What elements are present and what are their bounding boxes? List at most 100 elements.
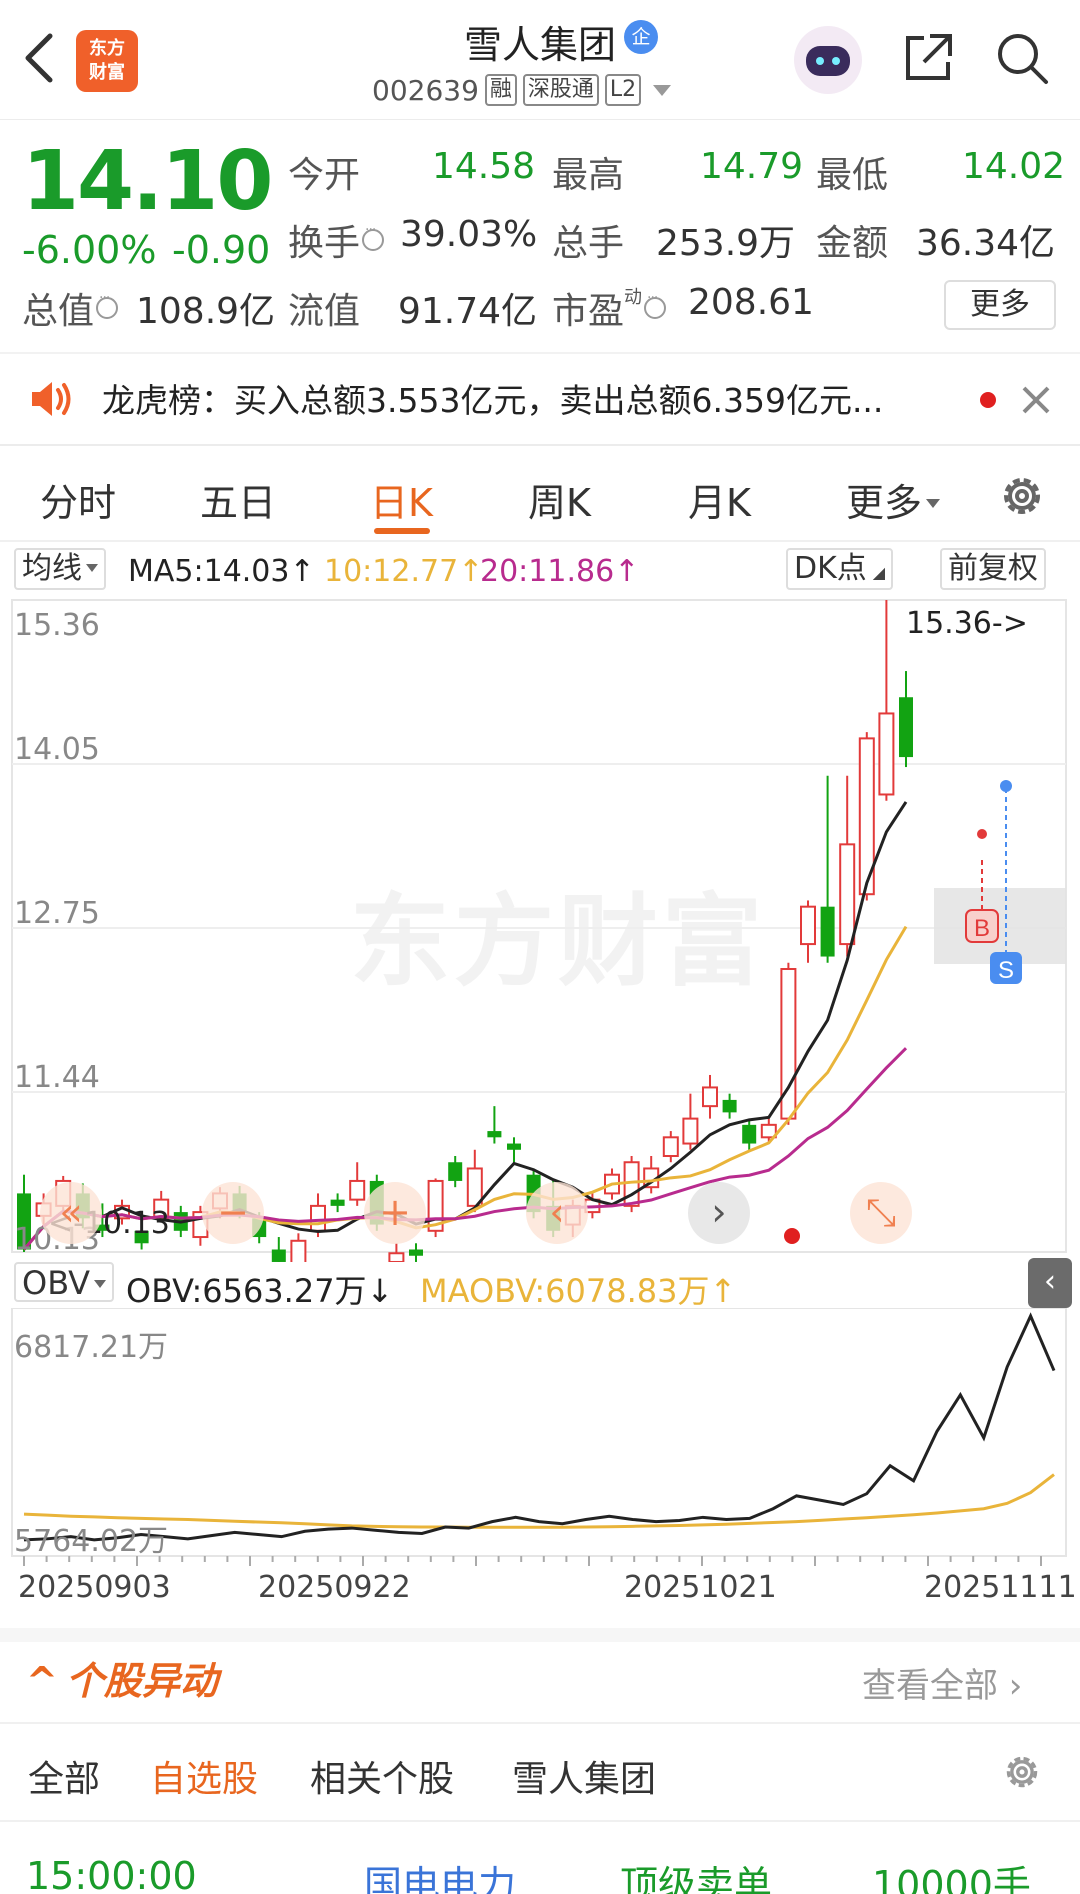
candle-body[interactable] — [742, 1124, 757, 1144]
caret-down-icon — [86, 564, 98, 572]
tab-daily-k[interactable]: 日K — [370, 472, 433, 527]
candle-body[interactable] — [507, 1143, 521, 1150]
fullscreen-button[interactable]: ⤡ — [850, 1182, 912, 1244]
ma5-value: MA5:14.03↑ — [128, 554, 315, 589]
candle-body[interactable] — [662, 1136, 679, 1158]
obv-indicator-row: OBV OBV:6563.27万↓ MAOBV:6078.83万↑ — [14, 1262, 1074, 1310]
info-icon[interactable] — [362, 222, 385, 251]
x-tick-label: 20251021 — [624, 1570, 777, 1605]
speaker-icon — [32, 382, 71, 416]
sell-marker-label: S — [998, 957, 1014, 984]
zoom-out-button[interactable]: − — [202, 1182, 264, 1244]
candle-body[interactable] — [878, 712, 895, 796]
x-tick-label: 20250922 — [258, 1570, 411, 1605]
collapse-panel-button[interactable]: ‹ — [1028, 1258, 1072, 1308]
open-value: 14.58 — [432, 146, 536, 187]
candle-body[interactable] — [448, 1162, 463, 1181]
maobv-value: MAOBV:6078.83万↑ — [420, 1272, 737, 1310]
notice-text: 龙虎榜：买入总额3.553亿元，卖出总额6.359亿元... — [102, 381, 884, 420]
candle-body[interactable] — [702, 1086, 718, 1108]
divider — [0, 1722, 1080, 1724]
pe-label[interactable]: 市盈动 — [552, 282, 668, 334]
market-cap-label[interactable]: 总值 — [22, 282, 120, 334]
high-value: 14.79 — [700, 146, 804, 187]
ai-assistant-icon[interactable] — [794, 26, 862, 94]
candle-body[interactable] — [820, 906, 835, 957]
change-amount: -0.90 — [172, 228, 271, 272]
y-tick: 12.75 — [14, 896, 100, 931]
movement-section-title[interactable]: ^ 个股异动 — [26, 1650, 218, 1705]
adjust-selector[interactable]: 前复权 — [940, 548, 1046, 590]
filter-tab-this-stock[interactable]: 雪人集团 — [512, 1750, 656, 1802]
movement-volume: 10000手 — [872, 1863, 1031, 1894]
more-button[interactable]: 更多 — [944, 280, 1056, 330]
candle-body[interactable] — [388, 1252, 405, 1262]
gear-icon[interactable] — [996, 470, 1048, 522]
tab-more[interactable]: 更多 — [846, 472, 941, 527]
candle-body[interactable] — [271, 1249, 286, 1262]
scroll-left-button[interactable]: ‹ — [526, 1182, 588, 1244]
view-all-link[interactable]: 查看全部 › — [862, 1658, 1022, 1707]
search-icon[interactable] — [994, 30, 1050, 86]
current-price: 14.10 — [22, 134, 273, 229]
candle-body[interactable] — [349, 1179, 366, 1201]
pe-value: 208.61 — [688, 282, 814, 323]
y-tick-max: 15.36 — [14, 608, 100, 643]
turnover-value: 39.03% — [400, 214, 538, 255]
market-cap-value: 108.9亿 — [136, 291, 276, 332]
low-label: 最低 — [816, 155, 889, 196]
candlestick-chart[interactable]: B S — [0, 592, 1080, 1262]
volume-label: 总手 — [552, 223, 625, 264]
caret-down-icon — [926, 499, 941, 508]
movement-time: 15:00:00 — [26, 1854, 197, 1894]
tab-monthly-k[interactable]: 月K — [688, 472, 751, 527]
chart-period-tabs: 分时 五日 日K 周K 月K 更多 — [0, 446, 1080, 540]
top-bar: 东方 财富 雪人集团 企 002639 融 深股通 L2 — [0, 0, 1080, 120]
turnover-label[interactable]: 换手 — [288, 214, 386, 266]
zoom-in-button[interactable]: + — [364, 1182, 426, 1244]
candle-body[interactable] — [487, 1131, 502, 1138]
obv-selector[interactable]: OBV — [14, 1262, 115, 1302]
gear-icon[interactable] — [1000, 1750, 1044, 1794]
filter-tab-watchlist[interactable]: 自选股 — [150, 1750, 258, 1802]
candle-body[interactable] — [800, 905, 816, 946]
event-dot[interactable] — [784, 1228, 800, 1244]
scroll-right-button[interactable]: › — [688, 1182, 750, 1244]
tab-weekly-k[interactable]: 周K — [528, 472, 591, 527]
candle-body[interactable] — [310, 1204, 326, 1232]
share-icon[interactable] — [900, 30, 956, 86]
candle-body[interactable] — [290, 1239, 307, 1262]
level2-tag: L2 — [604, 74, 642, 106]
candle-body[interactable] — [722, 1099, 737, 1113]
chevron-up-icon[interactable]: ^ — [26, 1659, 58, 1703]
ma-selector[interactable]: 均线 — [14, 548, 106, 590]
scroll-left-fast-button[interactable]: « — [40, 1182, 102, 1244]
obv-line — [23, 1312, 1056, 1542]
candle-body[interactable] — [682, 1117, 699, 1145]
section-divider — [0, 1628, 1080, 1642]
ma-indicator-row: 均线 MA5:14.03↑ 10:12.77↑ 20:11.86↑ DK点 ◢ 前… — [14, 548, 1074, 592]
dropdown-arrow-icon[interactable] — [653, 84, 672, 96]
candle-body[interactable] — [899, 697, 913, 758]
movement-stock[interactable]: 国电电力 — [364, 1854, 516, 1894]
candle-body[interactable] — [839, 843, 856, 946]
obv-value: OBV:6563.27万↓ — [126, 1272, 394, 1310]
caret-down-icon — [94, 1280, 107, 1288]
candle-body[interactable] — [330, 1199, 345, 1206]
filter-tab-related[interactable]: 相关个股 — [310, 1750, 454, 1802]
tab-intraday[interactable]: 分时 — [40, 472, 116, 527]
info-icon[interactable] — [644, 290, 667, 319]
close-icon[interactable] — [1016, 380, 1056, 420]
stock-name: 雪人集团 — [463, 23, 616, 67]
notice-bar[interactable]: 龙虎榜：买入总额3.553亿元，卖出总额6.359亿元... — [0, 354, 1080, 444]
amount-value: 36.34亿 — [916, 223, 1056, 264]
candle-body[interactable] — [409, 1249, 423, 1256]
stock-code-row[interactable]: 002639 融 深股通 L2 — [372, 72, 672, 108]
dk-point-toggle[interactable]: DK点 ◢ — [786, 548, 894, 590]
change-percent: -6.00% — [22, 228, 157, 272]
tab-five-day[interactable]: 五日 — [200, 472, 276, 527]
filter-tab-all[interactable]: 全部 — [28, 1750, 100, 1802]
volume-value: 253.9万 — [656, 223, 796, 264]
info-icon[interactable] — [96, 290, 119, 319]
ma20-value: 20:11.86↑ — [480, 554, 640, 589]
